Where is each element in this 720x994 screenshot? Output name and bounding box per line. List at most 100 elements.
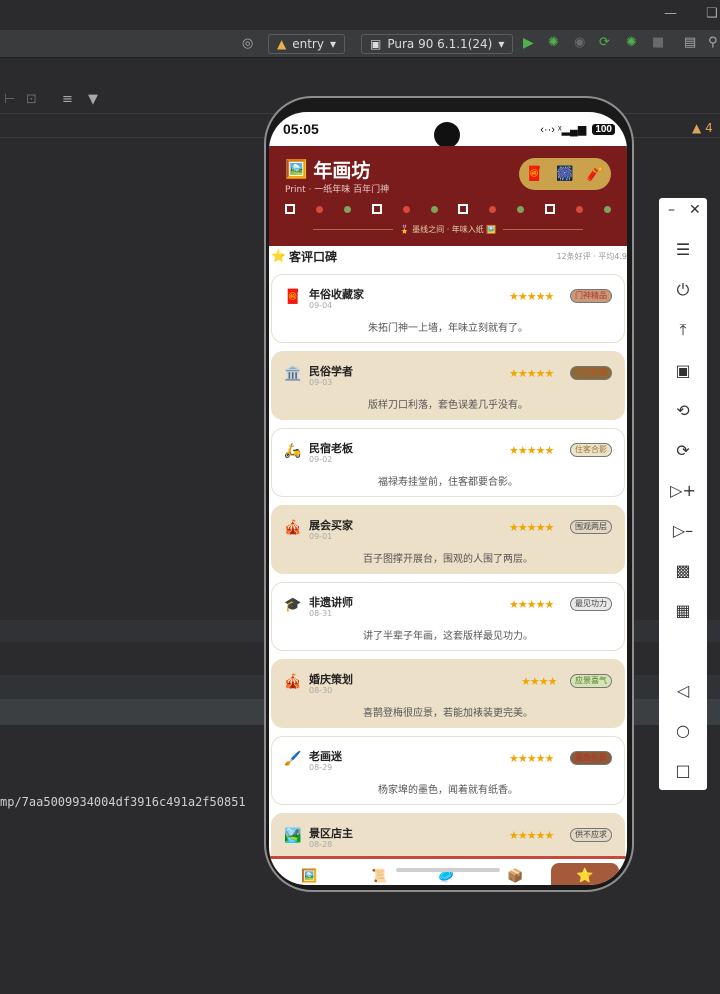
pattern-square (371, 204, 382, 214)
review-text: 朱拓门神一上墙，年味立刻就有了。 (368, 323, 528, 334)
review-badge: 墨香扑鼻 (570, 751, 612, 765)
review-date: 09-01 (309, 532, 333, 541)
tab-gallery[interactable]: 🖼️ (301, 869, 317, 884)
pin-top-icon[interactable]: ⤒ (659, 316, 707, 344)
filter-icon[interactable]: ▼ (88, 92, 98, 107)
review-card[interactable]: 🖌️ 老画迷 08-29 ★★★★★ 墨香扑鼻 杨家埠的墨色，闻着就有纸香。 (271, 736, 625, 805)
reviewer-name: 非遗讲师 (309, 596, 353, 609)
run-icon[interactable]: ▶ (523, 35, 534, 51)
phone-screen: 05:05 ‹··› ˣ▂▄▆ 100 🖼️ 年画坊 Print · 一纸年味 … (269, 112, 627, 885)
power-icon[interactable]: ⏻ (659, 276, 707, 304)
emulator-control-panel: – ✕ ☰ ⏻ ⤒ ▣ ⟲ ⟳ ▷+ ▷– ▩ ▦ ◁ ○ □ (659, 198, 707, 790)
device-select[interactable]: ▣ Pura 90 6.1.1(24) ▾ (361, 34, 514, 54)
red-envelope-icon[interactable]: 🧧 (526, 166, 543, 182)
review-badge: 门神精品 (570, 289, 612, 303)
hero-banner: 🖼️ 年画坊 Print · 一纸年味 百年门神 🧧 🎆 🧨 🎖️ 墨线之间 ·… (269, 146, 627, 246)
review-date: 08-30 (309, 686, 333, 695)
review-text: 讲了半辈子年画，这套版样最见功力。 (363, 631, 533, 642)
reviewer-name: 年俗收藏家 (309, 288, 364, 301)
restore-icon[interactable]: ❑ (706, 6, 718, 21)
hero-tagline: 🎖️ 墨线之间 · 年味入纸 🖼️ (399, 225, 497, 234)
reviewer-name: 民俗学者 (309, 365, 353, 378)
pattern-square (545, 204, 556, 214)
review-date: 09-04 (309, 301, 333, 310)
reviews-title-row: ⭐ 客评口碑 (271, 248, 337, 265)
pattern-dot (430, 205, 438, 213)
run-config-select[interactable]: ▲ entry ▾ (268, 34, 345, 54)
review-badge: 刀口利落 (570, 366, 612, 380)
close-icon[interactable]: ✕ (689, 202, 701, 218)
target-icon[interactable]: ◎ (242, 36, 253, 51)
pattern-dot (489, 205, 497, 213)
chevron-down-icon: ▾ (329, 37, 336, 51)
rating-stars: ★★★★★ (509, 829, 554, 842)
home-indicator[interactable] (396, 868, 500, 872)
crop-icon[interactable]: ▣ (659, 356, 707, 384)
status-time: 05:05 (283, 121, 319, 137)
screenshot-icon[interactable]: ▦ (659, 596, 707, 624)
review-text: 版样刀口利落，套色误差几乎没有。 (368, 400, 528, 411)
reviews-header: ⭐ 客评口碑 12条好评 · 平均4.9 (269, 246, 627, 266)
pattern-dot (517, 205, 525, 213)
home-icon[interactable]: ○ (659, 716, 707, 744)
device-manager-icon[interactable]: ▤ (684, 35, 696, 50)
review-text: 福禄寿挂堂前，住客都要合影。 (378, 477, 518, 488)
warning-count: 4 (705, 121, 713, 135)
status-icons: ‹··› ˣ▂▄▆ 100 (540, 123, 615, 136)
rating-stars: ★★★★★ (509, 598, 554, 611)
rating-stars: ★★★★★ (509, 290, 554, 303)
rotate-left-icon[interactable]: ⟲ (659, 396, 707, 424)
firecracker-icon[interactable]: 🧨 (587, 166, 604, 182)
menu-icon[interactable]: ☰ (659, 235, 707, 263)
tab-reviews[interactable]: ⭐ (551, 863, 619, 885)
rotate-right-icon[interactable]: ⟳ (659, 436, 707, 464)
minimize-icon[interactable]: — (664, 6, 677, 21)
reviewer-name: 婚庆策划 (309, 673, 353, 686)
hero-chip-group[interactable]: 🧧 🎆 🧨 (519, 158, 611, 190)
review-text: 百子图撑开展台，围观的人围了两层。 (363, 554, 533, 565)
search-icon[interactable]: ⚲ (708, 35, 718, 50)
fireworks-icon[interactable]: 🎆 (556, 166, 573, 182)
expand-icon[interactable]: ⊡ (26, 92, 37, 107)
battery-icon: 100 (592, 123, 615, 135)
bug-icon[interactable]: ✺ (626, 35, 637, 50)
rating-stars: ★★★★★ (509, 367, 554, 380)
reviews-title: 客评口碑 (288, 249, 337, 264)
review-card[interactable]: 🧧 年俗收藏家 09-04 ★★★★★ 门神精品 朱拓门神一上墙，年味立刻就有了。 (271, 274, 625, 343)
back-icon[interactable]: ◁ (659, 676, 707, 704)
reviews-meta: 12条好评 · 平均4.9 (556, 251, 627, 261)
ide-toolbar (0, 30, 720, 58)
sort-icon[interactable]: ≡ (62, 92, 73, 107)
rating-stars: ★★★★ (521, 675, 557, 688)
review-date: 09-02 (309, 455, 333, 464)
volume-down-icon[interactable]: ▷– (659, 516, 707, 544)
rating-stars: ★★★★★ (509, 444, 554, 457)
review-badge: 围观两层 (570, 520, 612, 534)
review-card[interactable]: 🎪 展会买家 09-01 ★★★★★ 围观两层 百子图撑开展台，围观的人围了两层。 (271, 505, 625, 574)
volume-up-icon[interactable]: ▷+ (659, 476, 707, 504)
stop-icon[interactable]: ■ (652, 35, 664, 50)
reviewer-avatar-icon: 🎪 (284, 674, 302, 690)
tab-scrolls[interactable]: 📜 (371, 869, 387, 884)
decorative-pattern (285, 203, 611, 215)
review-card[interactable]: 🏛️ 民俗学者 09-03 ★★★★★ 刀口利落 版样刀口利落，套色误差几乎没有。 (271, 351, 625, 420)
tab-shop[interactable]: 📦 (507, 869, 523, 884)
recents-icon[interactable]: □ (659, 756, 707, 784)
pattern-dot (576, 205, 584, 213)
warning-indicator[interactable]: ▲ 4 (692, 121, 713, 135)
review-card[interactable]: 🎪 婚庆策划 08-30 ★★★★ 应景喜气 喜鹊登梅很应景，若能加裱装更完美。 (271, 659, 625, 728)
review-card[interactable]: 🎓 非遗讲师 08-31 ★★★★★ 最见功力 讲了半辈子年画，这套版样最见功力。 (271, 582, 625, 651)
pattern-dot (603, 205, 611, 213)
hero-title-row: 🖼️ 年画坊 (285, 156, 370, 183)
attach-icon[interactable]: ◉ (574, 35, 585, 50)
debug-icon[interactable]: ✺ (548, 35, 559, 50)
collapse-icon[interactable]: ⊢ (4, 92, 15, 107)
bottom-tab-bar: 🖼️ 📜 🥏 📦 ⭐ (269, 856, 627, 885)
shake-icon[interactable]: ▩ (659, 556, 707, 584)
review-card[interactable]: 🛵 民宿老板 09-02 ★★★★★ 住客合影 福禄寿挂堂前，住客都要合影。 (271, 428, 625, 497)
reload-icon[interactable]: ⟳ (599, 35, 610, 50)
reviewer-avatar-icon: 🏛️ (284, 366, 302, 382)
minimize-icon[interactable]: – (668, 202, 675, 218)
app-subtitle: Print · 一纸年味 百年门神 (285, 185, 390, 195)
rating-stars: ★★★★★ (509, 521, 554, 534)
